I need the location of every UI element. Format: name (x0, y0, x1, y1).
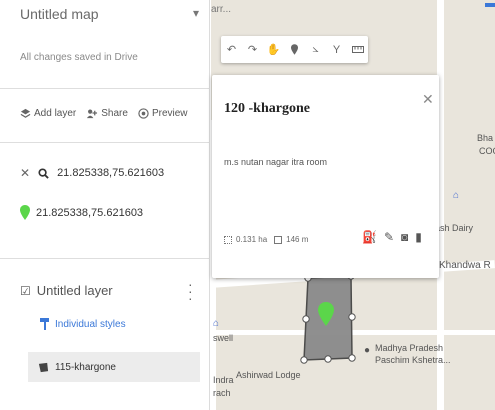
map-label: Ashirwad Lodge (236, 370, 301, 380)
draw-line-icon: ⦣ (312, 43, 319, 55)
close-icon[interactable]: ✕ (422, 91, 434, 108)
perimeter-icon (274, 235, 283, 244)
search-query[interactable]: 21.825338,75.621603 (57, 167, 164, 179)
layer-header: ☑ Untitled layer (20, 283, 113, 298)
area-value: 0.131 ha (236, 235, 268, 244)
perimeter-value: 146 m (286, 235, 309, 244)
place-icon: ⌂ (453, 190, 460, 201)
map-label: COC (479, 146, 495, 156)
feature-description: m.s nutan nagar itra room (224, 157, 328, 167)
styles-label: Individual styles (55, 318, 126, 330)
marker-icon (291, 44, 298, 55)
layer-name[interactable]: Untitled layer (37, 283, 113, 298)
preview-button[interactable]: Preview (138, 108, 188, 119)
map-sidebar: Untitled map ▾ All changes saved in Driv… (0, 0, 210, 410)
save-status: All changes saved in Drive (20, 52, 138, 63)
map-options-icon[interactable]: ▾ (193, 6, 199, 20)
share-icon (87, 109, 98, 119)
layer-feature-item[interactable]: 115-khargone (28, 352, 200, 382)
directions-button[interactable]: Y (326, 36, 347, 63)
undo-button[interactable]: ↶ (221, 36, 242, 63)
app-window: Untitled map ▾ All changes saved in Driv… (0, 0, 495, 410)
search-icon (38, 167, 49, 179)
result-label: 21.825338,75.621603 (36, 206, 144, 219)
share-label: Share (101, 108, 128, 119)
feature-actions: ⛽ ✎ ◙ ▮ (362, 230, 422, 244)
feature-info-window: 120 -khargone ✕ m.s nutan nagar itra roo… (212, 75, 439, 278)
divider (0, 142, 210, 143)
map-top-bar: arr... (211, 0, 495, 20)
directions-icon: Y (332, 43, 341, 56)
close-search-icon[interactable]: ✕ (20, 166, 30, 180)
share-button[interactable]: Share (86, 108, 128, 119)
preview-label: Preview (151, 108, 188, 119)
ruler-icon (351, 46, 364, 53)
search-result-item[interactable]: 21.825338,75.621603 (20, 205, 143, 220)
layer-actions: Add layer Share Preview (20, 108, 188, 119)
draw-line-button[interactable]: ⦣ (305, 36, 326, 63)
measure-button[interactable] (347, 36, 368, 63)
camera-icon[interactable]: ◙ (401, 230, 408, 244)
place-icon: ⌂ (213, 318, 220, 329)
add-marker-button[interactable] (284, 36, 305, 63)
map-label: ash Dairy (435, 223, 474, 233)
area-icon (224, 235, 232, 244)
divider (0, 258, 210, 259)
map-label: rach (213, 388, 231, 398)
hand-icon: ✋ (266, 44, 281, 56)
redo-icon: ↷ (247, 44, 258, 56)
pan-button[interactable]: ✋ (263, 36, 284, 63)
polygon-icon (38, 362, 49, 372)
map-label: Khandwa R (439, 260, 491, 271)
add-layer-icon (20, 108, 31, 118)
map-label: Madhya Pradesh (375, 343, 444, 353)
style-bucket-icon[interactable]: ⛽ (362, 230, 377, 244)
divider (0, 88, 210, 89)
edit-pencil-icon[interactable]: ✎ (384, 230, 394, 244)
map-label: Bha (477, 133, 494, 143)
green-pin-icon (20, 205, 30, 220)
map-label: Paschim Kshetra... (375, 355, 451, 365)
feature-label: 115-khargone (55, 361, 116, 373)
feature-title: 120 -khargone (224, 101, 310, 116)
search-result-header: ✕ 21.825338,75.621603 (20, 166, 164, 180)
map-label: Indra (213, 375, 234, 385)
add-layer-label: Add layer (34, 108, 77, 119)
layer-visibility-checkbox[interactable]: ☑ (20, 284, 31, 298)
map-label: swell (213, 333, 234, 343)
individual-styles-link[interactable]: Individual styles (40, 318, 126, 330)
green-marker-icon[interactable] (318, 302, 334, 326)
feature-measurements: 0.131 ha 146 m (224, 235, 308, 244)
layer-options-icon[interactable]: · · · (188, 277, 193, 305)
redo-button[interactable]: ↷ (242, 36, 263, 63)
undo-icon: ↶ (226, 44, 237, 56)
accent-mark (485, 3, 495, 7)
map-title[interactable]: Untitled map (20, 6, 99, 22)
preview-icon (138, 108, 149, 119)
map-toolbar: ↶ ↷ ✋ ⦣ Y (221, 36, 368, 63)
map-top-tabs: arr... (211, 4, 232, 15)
add-layer-button[interactable]: Add layer (20, 108, 76, 119)
paint-roller-icon (40, 318, 49, 330)
delete-trash-icon[interactable]: ▮ (415, 230, 422, 244)
